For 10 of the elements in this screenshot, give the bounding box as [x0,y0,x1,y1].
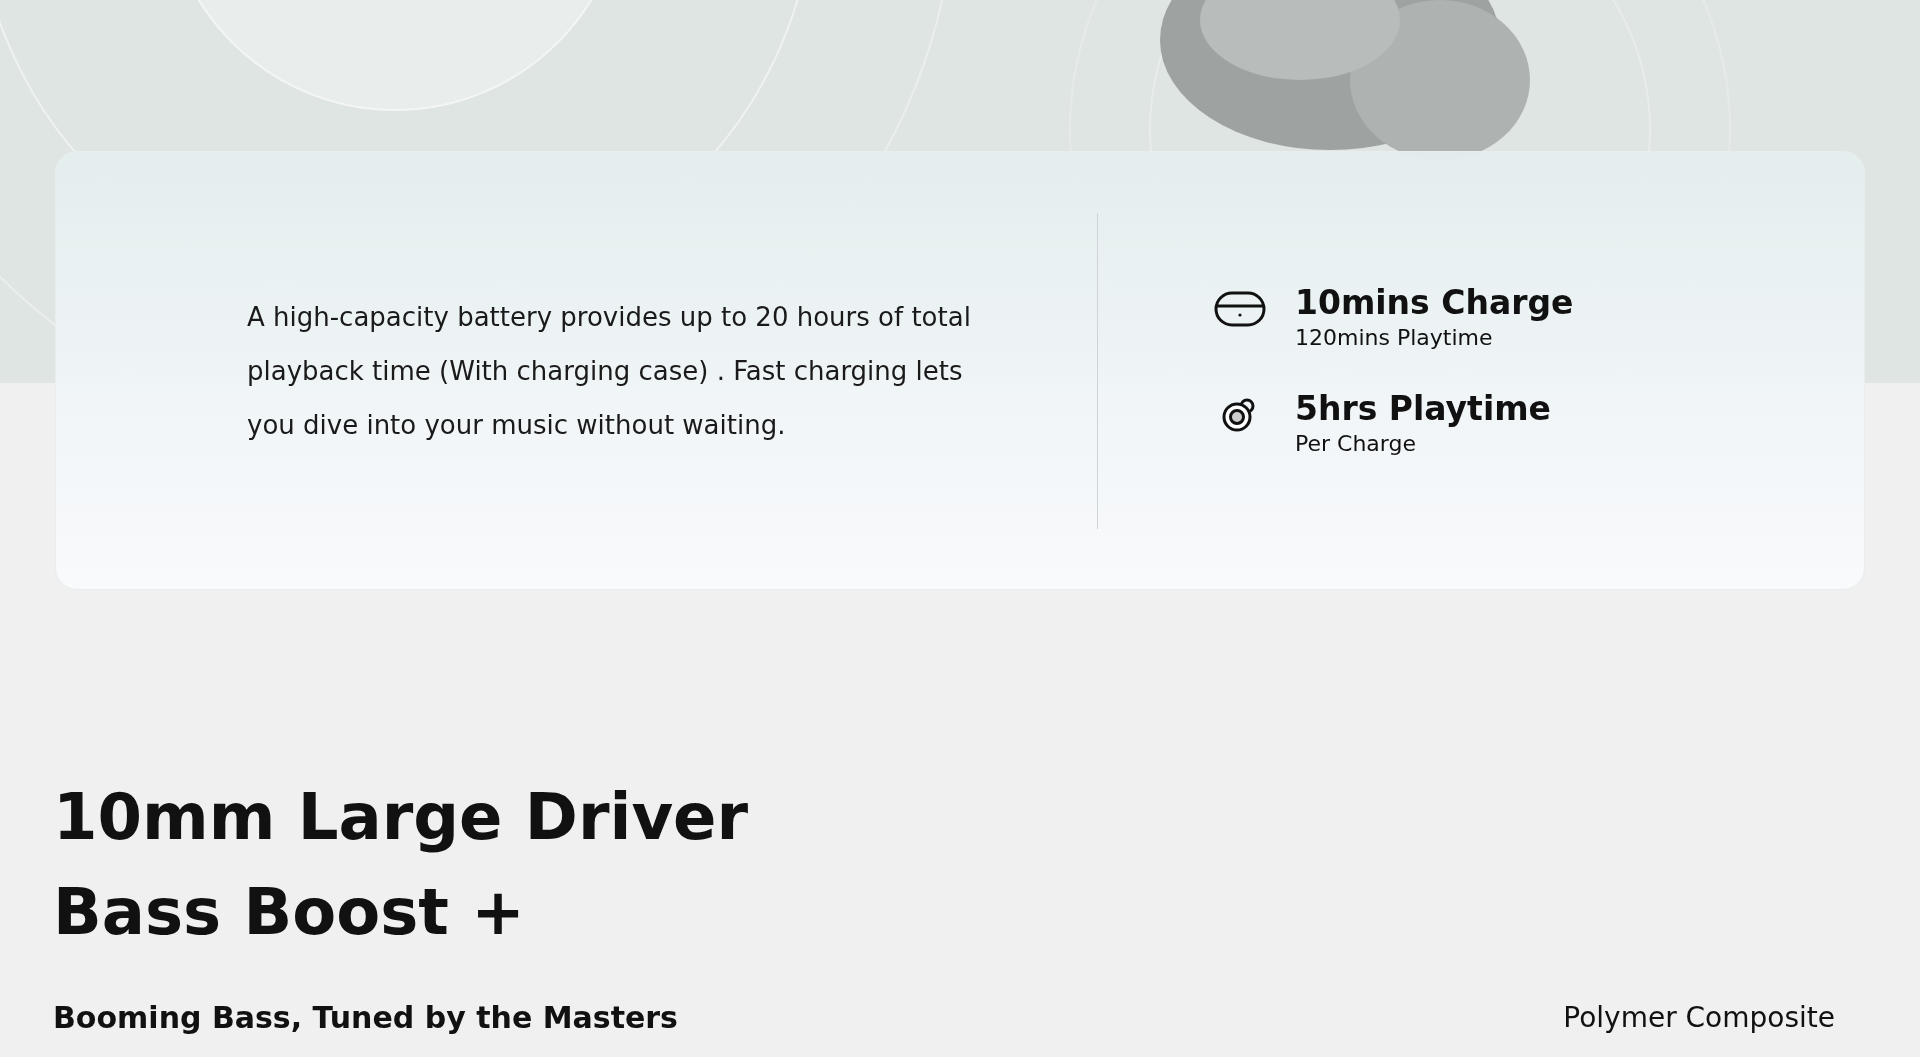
stat-title: 5hrs Playtime [1295,388,1551,429]
material-label: Polymer Composite [1563,1001,1835,1034]
battery-description: A high-capacity battery provides up to 20 hours of total playback time (With charging case) . Fast charging lets you dive into your music without waiting. [247,300,972,442]
stat-title: 10mins Charge [1295,282,1574,323]
stat-subtitle: Per Charge [1295,429,1417,458]
section-heading: Bass Boost + [53,874,525,951]
charging-case-icon [1214,290,1266,327]
stat-subtitle: 120mins Playtime [1295,323,1494,352]
section-heading: 10mm Large Driver [53,779,749,856]
section-subheading: Booming Bass, Tuned by the Masters [53,1000,678,1035]
